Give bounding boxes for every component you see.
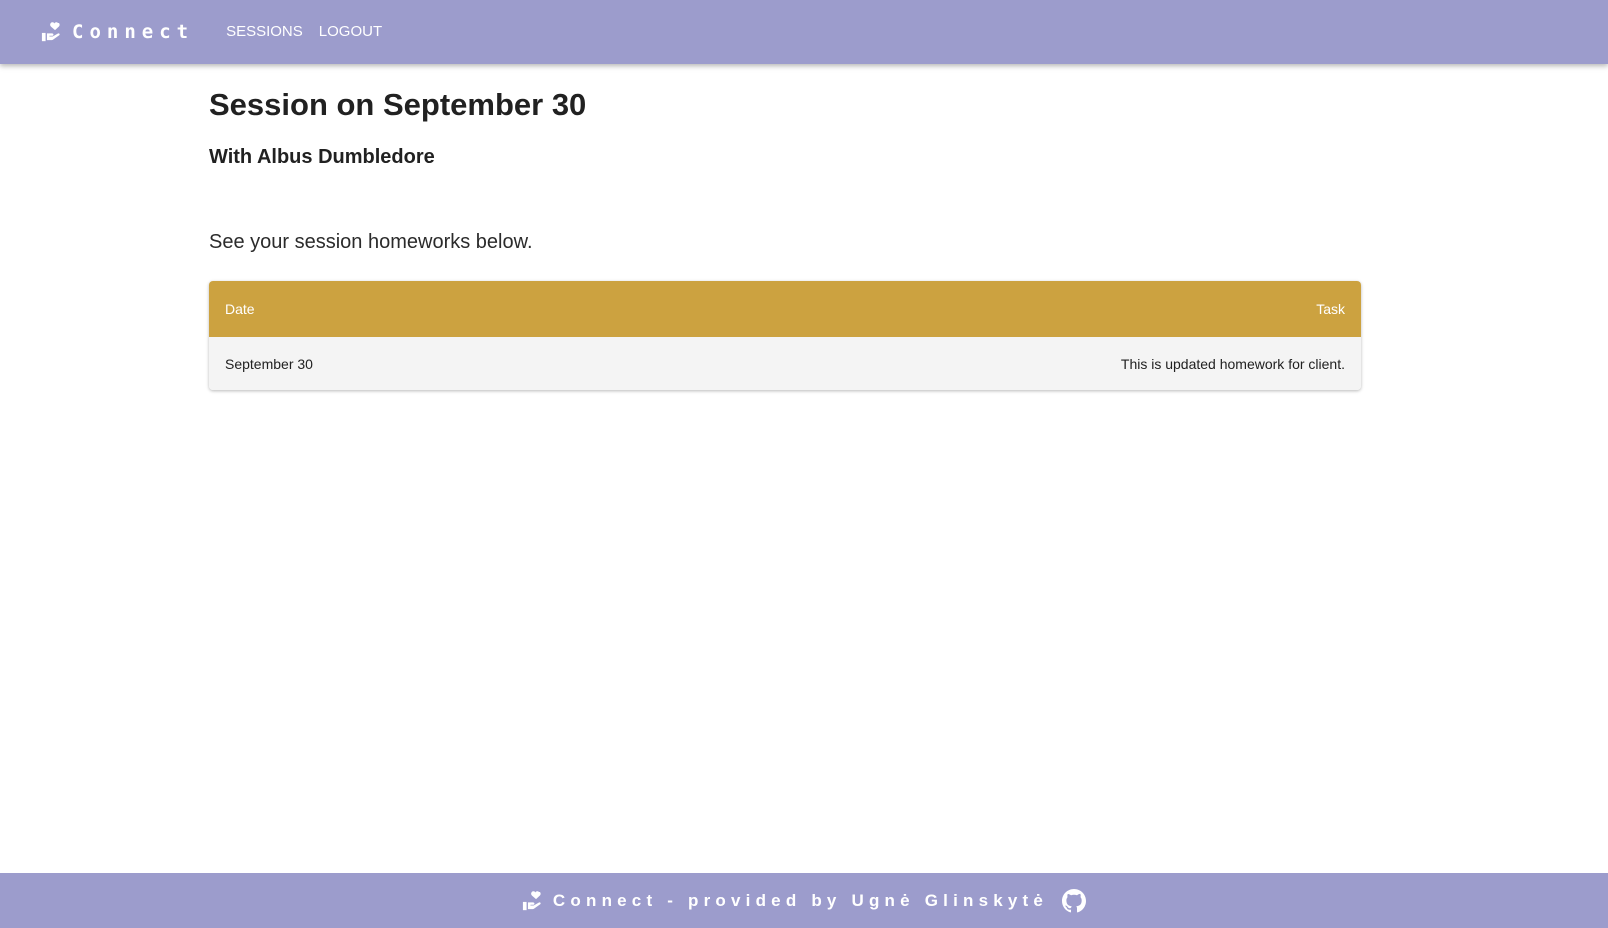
table-row: September 30 This is updated homework fo… (209, 337, 1361, 390)
session-partner: With Albus Dumbledore (209, 146, 435, 168)
column-header-task: Task (1316, 301, 1345, 317)
homework-table: Date Task September 30 This is updated h… (209, 281, 1361, 390)
nav-links: SESSIONS LOGOUT (218, 0, 390, 64)
page-footer: Connect - provided by Ugnė Glinskytė (0, 873, 1608, 928)
nav-link-logout[interactable]: LOGOUT (311, 0, 390, 64)
top-navbar: Connect SESSIONS LOGOUT (0, 0, 1608, 64)
page-title: Session on September 30 (209, 87, 587, 122)
github-icon[interactable] (1062, 888, 1087, 913)
nav-link-sessions[interactable]: SESSIONS (218, 0, 311, 64)
homework-date-cell: September 30 (225, 355, 313, 372)
homework-intro: See your session homeworks below. (209, 231, 533, 253)
hand-holding-heart-icon (522, 890, 544, 912)
column-header-date: Date (225, 301, 255, 317)
hand-holding-heart-icon (41, 21, 63, 43)
main-content: Session on September 30 With Albus Dumbl… (209, 64, 1361, 390)
homework-task-cell: This is updated homework for client. (1120, 355, 1345, 372)
brand-name: Connect (72, 21, 195, 43)
footer-credit: Connect - provided by Ugnė Glinskytė (552, 890, 1049, 910)
table-header-row: Date Task (209, 281, 1361, 337)
brand-logo[interactable]: Connect (41, 21, 194, 43)
